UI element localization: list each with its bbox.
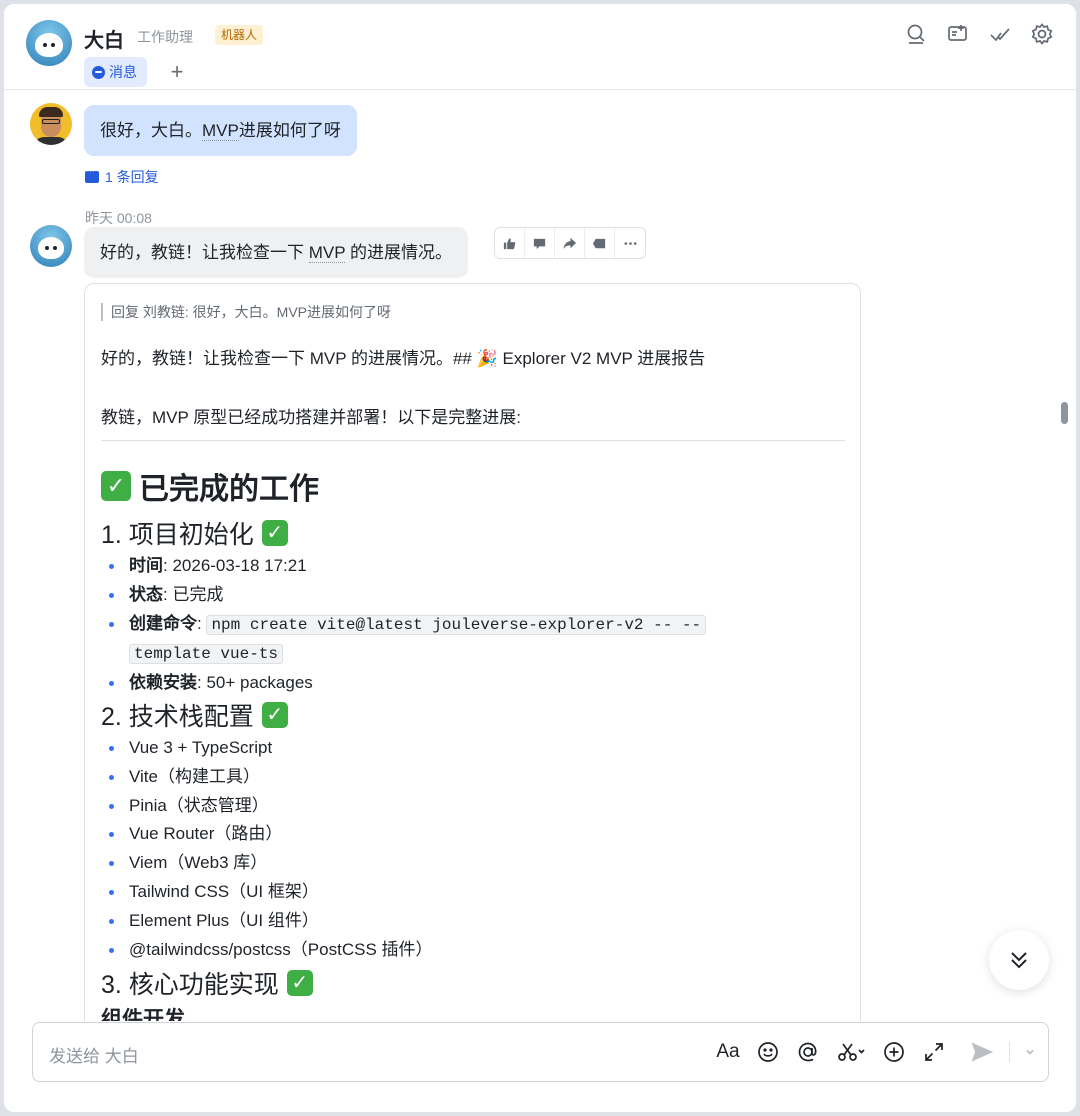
- list-item: 时间: 2026-03-18 17:21: [101, 552, 706, 581]
- thumbs-up-icon[interactable]: [495, 228, 525, 258]
- divider: [101, 440, 845, 441]
- inline-code[interactable]: npm create vite@latest jouleverse-explor…: [206, 614, 707, 635]
- check-mark-icon: ✓: [261, 702, 288, 728]
- send-divider: [1009, 1042, 1010, 1062]
- emoji-icon[interactable]: [755, 1039, 781, 1065]
- list-item: Vue Router（路由）: [101, 820, 433, 849]
- section2-list: Vue 3 + TypeScript Vite（构建工具） Pinia（状态管理…: [101, 734, 433, 964]
- check-mark-icon: ✓: [101, 471, 131, 501]
- more-icon[interactable]: [615, 228, 645, 258]
- user-message-text-post: 进展如何了呀: [238, 121, 341, 140]
- completed-heading: ✓ 已完成的工作: [101, 464, 319, 508]
- list-item: 状态: 已完成: [101, 581, 706, 610]
- bot-message-bubble[interactable]: 好的，教链！让我检查一下 MVP 的进展情况。: [84, 227, 469, 278]
- forward-icon[interactable]: [555, 228, 585, 258]
- bot-message-term[interactable]: MVP: [308, 243, 346, 263]
- list-item: Tailwind CSS（UI 框架）: [101, 878, 433, 907]
- list-item: 依赖安装: 50+ packages: [101, 669, 706, 698]
- message-list[interactable]: 很好，大白。MVP进展如何了呀 1 条回复 昨天 00:08 好的，教链！让我检…: [4, 91, 1076, 1021]
- chat-header: 大白 工作助理 机器人 消息 +: [4, 4, 1076, 90]
- message-actions-toolbar: [494, 227, 646, 259]
- inline-code-continued[interactable]: template vue-ts: [129, 644, 284, 665]
- add-attachment-icon[interactable]: [881, 1039, 907, 1065]
- list-item: @tailwindcss/postcss（PostCSS 插件）: [101, 936, 433, 965]
- section3-heading: 3. 核心功能实现 ✓: [101, 965, 313, 1001]
- bot-badge: 机器人: [215, 25, 264, 45]
- completed-heading-text: 已完成的工作: [139, 473, 319, 506]
- screenshot-scissors-icon[interactable]: [835, 1039, 867, 1065]
- chat-description: 工作助理: [137, 29, 193, 45]
- chat-title[interactable]: 大白: [84, 24, 124, 53]
- reply-bubble-icon: [85, 165, 99, 183]
- section1-heading: 1. 项目初始化 ✓: [101, 515, 288, 551]
- tab-messages[interactable]: 消息: [84, 57, 147, 87]
- header-actions: [904, 22, 1054, 46]
- section3-subheading: 组件开发: [101, 1008, 185, 1021]
- mention-icon[interactable]: [795, 1039, 821, 1065]
- section1-title: 1. 项目初始化: [101, 521, 254, 549]
- user-message-bubble[interactable]: 很好，大白。MVP进展如何了呀: [84, 105, 357, 156]
- card-summary-text: 教链，MVP 原型已经成功搭建并部署！以下是完整进展:: [101, 408, 521, 427]
- message-icon: [92, 65, 105, 79]
- chat-window: 大白 工作助理 机器人 消息 + 很好，大白。MVP进展如何了呀 ··· 1 条…: [4, 4, 1076, 1112]
- scrollbar-thumb[interactable]: [1061, 402, 1068, 424]
- section2-heading: 2. 技术栈配置 ✓: [101, 697, 288, 733]
- section3-title: 3. 核心功能实现: [101, 971, 279, 999]
- bot-avatar[interactable]: [26, 20, 72, 66]
- user-avatar[interactable]: [30, 103, 72, 145]
- check-mark-icon: ✓: [286, 970, 313, 996]
- message-composer[interactable]: 发送给 大白 Aa: [32, 1022, 1049, 1082]
- user-message-text-pre: 很好，大白。: [100, 121, 202, 140]
- message-timestamp: 昨天 00:08: [85, 210, 152, 226]
- bot-message-text-pre: 好的，教链！让我检查一下: [100, 243, 309, 262]
- double-chevron-down-icon: [1011, 952, 1027, 969]
- mark-done-icon[interactable]: [988, 22, 1012, 46]
- text-format-icon[interactable]: Aa: [715, 1039, 741, 1065]
- reply-count-label: 1 条回复: [105, 169, 159, 185]
- check-mark-icon: ✓: [261, 520, 288, 546]
- rich-message-card[interactable]: 回复 刘教链: 很好，大白。MVP进展如何了呀 好的，教链！让我检查一下 MVP…: [84, 283, 861, 1021]
- add-window-icon[interactable]: [946, 22, 970, 46]
- section1-list: 时间: 2026-03-18 17:21 状态: 已完成 创建命令: npm c…: [101, 552, 707, 698]
- expand-editor-icon[interactable]: [921, 1039, 947, 1065]
- composer-input[interactable]: 发送给 大白: [49, 1042, 139, 1067]
- list-item: Viem（Web3 库）: [101, 849, 433, 878]
- list-item: Pinia（状态管理）: [101, 792, 433, 821]
- quote-reply-icon[interactable]: [585, 228, 615, 258]
- thread-reply-link[interactable]: 1 条回复: [85, 165, 159, 187]
- reply-icon[interactable]: [525, 228, 555, 258]
- list-item: Element Plus（UI 组件）: [101, 907, 433, 936]
- user-message-term[interactable]: MVP: [202, 121, 239, 141]
- composer-toolbar: Aa: [715, 1039, 1036, 1065]
- send-options-chevron-icon[interactable]: [1024, 1039, 1036, 1065]
- card-intro-text: 好的，教链！让我检查一下 MVP 的进展情况。## 🎉 Explorer V2 …: [101, 349, 706, 368]
- settings-gear-icon[interactable]: [1030, 22, 1054, 46]
- bot-message-avatar[interactable]: [30, 225, 72, 267]
- section2-title: 2. 技术栈配置: [101, 703, 254, 731]
- tab-messages-label: 消息: [109, 64, 137, 80]
- list-item: 创建命令: npm create vite@latest jouleverse-…: [101, 610, 707, 670]
- scroll-to-bottom-button[interactable]: [989, 930, 1049, 990]
- search-chat-icon[interactable]: [904, 22, 928, 46]
- list-item: Vite（构建工具）: [101, 763, 433, 792]
- bot-message-text-post: 的进展情况。: [345, 243, 453, 262]
- send-icon[interactable]: [969, 1039, 995, 1065]
- list-item: Vue 3 + TypeScript: [101, 734, 433, 763]
- add-tab-button[interactable]: +: [164, 59, 190, 85]
- quoted-reply[interactable]: 回复 刘教链: 很好，大白。MVP进展如何了呀: [101, 303, 391, 321]
